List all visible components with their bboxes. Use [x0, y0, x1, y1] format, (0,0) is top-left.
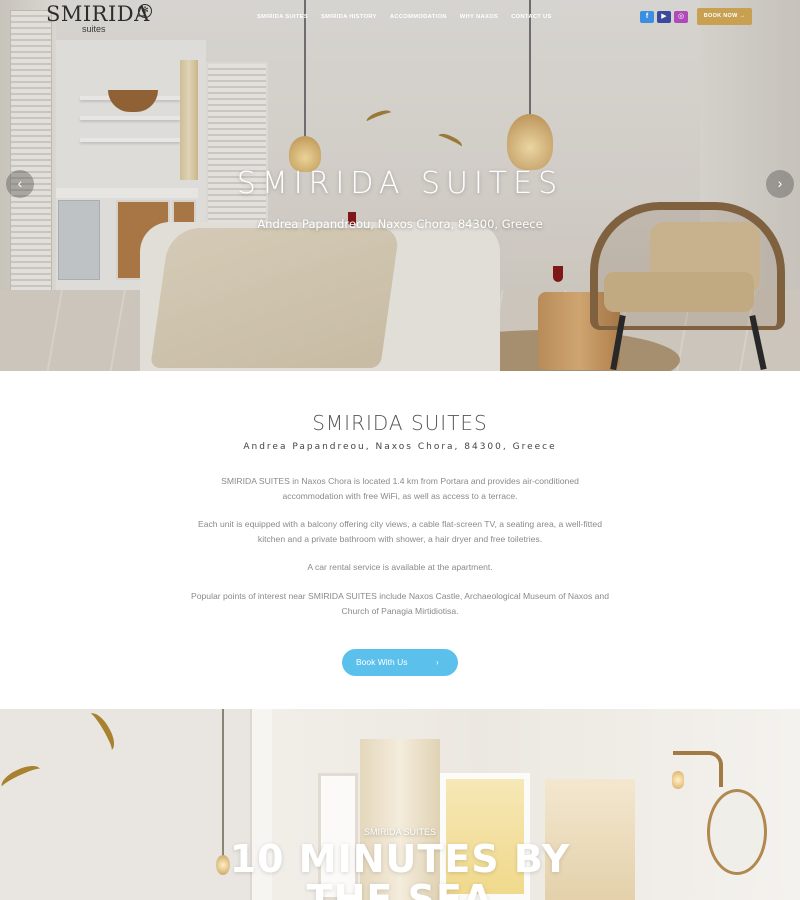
instagram-icon[interactable]: ◎: [674, 11, 688, 23]
hero-slider: SMIRIDA SUITES Andrea Papandreou, Naxos …: [0, 0, 800, 371]
banner-title-line: THE SEA: [306, 877, 494, 900]
logo-star-icon: ✻: [138, 4, 152, 18]
intro-paragraph: Each unit is equipped with a balcony off…: [198, 519, 602, 544]
site-logo[interactable]: SMIRIDA ✻ suites: [46, 2, 156, 36]
main-nav: SMIRIDA SUITES SMIRIDA HISTORY ACCOMMODA…: [257, 14, 552, 20]
chevron-right-icon: ›: [777, 175, 783, 191]
slider-prev-button[interactable]: ‹: [6, 170, 34, 198]
hero-subtitle: Andrea Papandreou, Naxos Chora, 84300, G…: [257, 217, 543, 231]
banner-kicker: SMIRIDA SUITES: [363, 827, 436, 837]
book-with-us-label: Book With Us: [356, 657, 408, 667]
nav-item-smirida-history[interactable]: SMIRIDA HISTORY: [321, 14, 377, 20]
nav-item-smirida-suites[interactable]: SMIRIDA SUITES: [257, 14, 308, 20]
sea-banner: SMIRIDA SUITES 10 MINUTES BY THE SEA: [0, 709, 800, 900]
intro-paragraph: A car rental service is available at the…: [307, 562, 493, 572]
chevron-right-icon: ›: [436, 658, 439, 667]
site-header: SMIRIDA ✻ suites SMIRIDA SUITES SMIRIDA …: [0, 0, 800, 40]
intro-title: SMIRIDA SUITES: [312, 411, 488, 435]
intro-address: Andrea Papandreou, Naxos Chora, 84300, G…: [243, 442, 557, 452]
banner-title: 10 MINUTES BY THE SEA: [0, 839, 800, 900]
nav-item-accommodation[interactable]: ACCOMMODATION: [390, 14, 447, 20]
nav-item-contact-us[interactable]: CONTACT US: [511, 14, 552, 20]
chevron-left-icon: ‹: [17, 175, 23, 191]
book-now-button[interactable]: BOOK NOW →: [697, 8, 752, 25]
slider-next-button[interactable]: ›: [766, 170, 794, 198]
intro-section: SMIRIDA SUITES Andrea Papandreou, Naxos …: [0, 371, 800, 709]
intro-paragraph: SMIRIDA SUITES in Naxos Chora is located…: [221, 476, 579, 501]
social-links: f ▶ ◎: [640, 11, 688, 23]
nav-item-why-naxos[interactable]: WHY NAXOS: [460, 14, 498, 20]
banner-title-line: 10 MINUTES BY: [229, 837, 571, 881]
facebook-icon[interactable]: f: [640, 11, 654, 23]
logo-wordmark: SMIRIDA: [46, 2, 150, 26]
logo-subtitle: suites: [82, 24, 106, 34]
youtube-icon[interactable]: ▶: [657, 11, 671, 23]
book-with-us-button[interactable]: Book With Us ›: [342, 649, 458, 676]
banner-sconce-bulb: [672, 771, 684, 789]
intro-paragraph: Popular points of interest near SMIRIDA …: [191, 591, 609, 616]
hero-title: SMIRIDA SUITES: [236, 166, 564, 201]
